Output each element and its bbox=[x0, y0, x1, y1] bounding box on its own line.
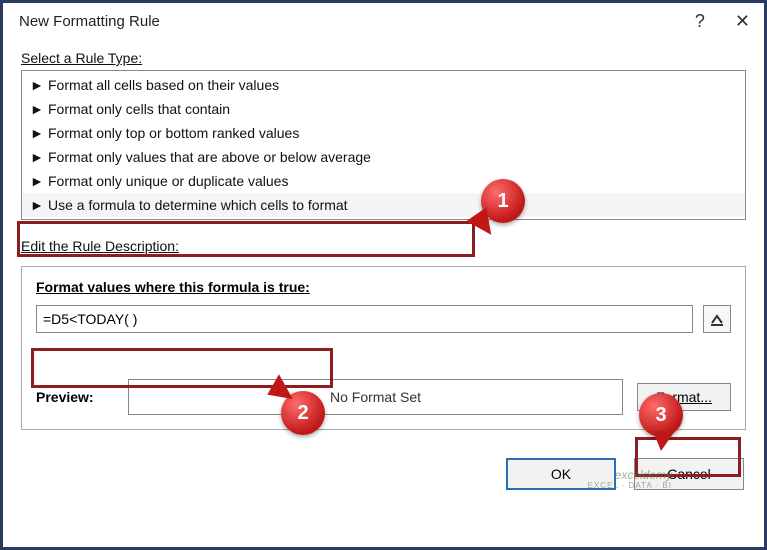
bullet-icon: ► bbox=[30, 125, 42, 141]
collapse-dialog-icon[interactable] bbox=[703, 305, 731, 333]
rule-type-list[interactable]: ► Format all cells based on their values… bbox=[21, 70, 746, 220]
rule-type-item[interactable]: ► Format only top or bottom ranked value… bbox=[22, 121, 745, 145]
rule-type-item[interactable]: ► Format only unique or duplicate values bbox=[22, 169, 745, 193]
dialog-title: New Formatting Rule bbox=[19, 13, 160, 30]
annotation-callout-2: 2 bbox=[281, 391, 325, 435]
bullet-icon: ► bbox=[30, 77, 42, 93]
dialog-titlebar: New Formatting Rule ? ✕ bbox=[3, 3, 764, 40]
preview-label: Preview: bbox=[36, 389, 114, 405]
help-icon[interactable]: ? bbox=[695, 11, 705, 32]
rule-type-text: Format only cells that contain bbox=[48, 101, 230, 117]
rule-type-item[interactable]: ► Format only cells that contain bbox=[22, 97, 745, 121]
rule-type-text: Format only unique or duplicate values bbox=[48, 173, 288, 189]
rule-type-text: Format only top or bottom ranked values bbox=[48, 125, 299, 141]
rule-type-text: Format only values that are above or bel… bbox=[48, 149, 371, 165]
annotation-callout-1: 1 bbox=[481, 179, 525, 223]
annotation-highlight bbox=[635, 437, 741, 477]
annotation-highlight bbox=[17, 221, 475, 257]
select-rule-type-label: Select a Rule Type: bbox=[21, 50, 142, 66]
rule-type-item[interactable]: ► Format all cells based on their values bbox=[22, 73, 745, 97]
rule-type-text: Format all cells based on their values bbox=[48, 77, 279, 93]
formula-input[interactable] bbox=[36, 305, 693, 333]
bullet-icon: ► bbox=[30, 149, 42, 165]
annotation-callout-3: 3 bbox=[639, 393, 683, 437]
formula-label: Format values where this formula is true… bbox=[36, 279, 731, 295]
bullet-icon: ► bbox=[30, 173, 42, 189]
preview-text: No Format Set bbox=[330, 389, 421, 405]
ok-button[interactable]: OK bbox=[506, 458, 616, 490]
rule-type-item[interactable]: ► Format only values that are above or b… bbox=[22, 145, 745, 169]
rule-type-item-selected[interactable]: ► Use a formula to determine which cells… bbox=[22, 193, 745, 217]
close-icon[interactable]: ✕ bbox=[735, 11, 750, 32]
bullet-icon: ► bbox=[30, 101, 42, 117]
bullet-icon: ► bbox=[30, 197, 42, 213]
rule-type-text: Use a formula to determine which cells t… bbox=[48, 197, 348, 213]
